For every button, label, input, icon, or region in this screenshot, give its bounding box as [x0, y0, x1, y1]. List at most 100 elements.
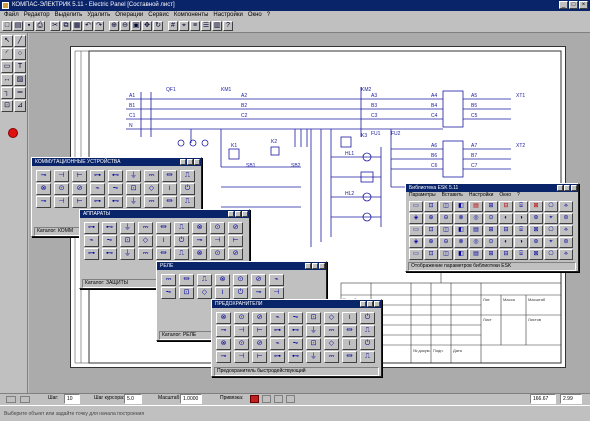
- palette-title-bar[interactable]: ПРЕДОХРАНИТЕЛИ: [212, 300, 381, 308]
- symbol-button[interactable]: ◇: [197, 287, 212, 299]
- palette-minimize-button[interactable]: [180, 159, 186, 165]
- library-symbol-button[interactable]: ⊜: [559, 237, 573, 248]
- layers-icon[interactable]: ≡: [190, 21, 200, 31]
- symbol-button[interactable]: ⊡: [306, 312, 321, 324]
- save-icon[interactable]: ▪: [24, 21, 34, 31]
- symbol-button[interactable]: ◇: [144, 183, 159, 195]
- symbol-button[interactable]: ⊣: [234, 325, 249, 337]
- minimize-button[interactable]: _: [559, 1, 568, 9]
- symbol-button[interactable]: ⊷: [108, 170, 123, 182]
- symbol-button[interactable]: ⊶: [90, 196, 105, 208]
- symbol-button[interactable]: ≀: [342, 312, 357, 324]
- symbol-button[interactable]: ⎍: [174, 248, 189, 260]
- circle-icon[interactable]: ○: [14, 48, 26, 60]
- palette-maximize-button[interactable]: [312, 263, 318, 269]
- library-symbol-button[interactable]: ⊕: [424, 213, 438, 224]
- symbol-button[interactable]: ≀: [156, 235, 171, 247]
- zoom-out-icon[interactable]: ⊖: [120, 21, 130, 31]
- palette-minimize-button[interactable]: [360, 301, 366, 307]
- palette-close-button[interactable]: [374, 301, 380, 307]
- symbol-button[interactable]: ⊣: [269, 287, 284, 299]
- redo-icon[interactable]: ↷: [94, 21, 104, 31]
- library-symbol-button[interactable]: ⊕: [424, 237, 438, 248]
- palette-title-bar[interactable]: КОММУТАЦИОННЫЕ УСТРОЙСТВА: [32, 158, 201, 166]
- symbol-button[interactable]: ⏚: [306, 351, 321, 363]
- symbol-button[interactable]: ⊙: [234, 312, 249, 324]
- library-menu-item[interactable]: Параметры: [409, 192, 436, 199]
- symbol-button[interactable]: ⊸: [251, 287, 266, 299]
- library-symbol-button[interactable]: ⊡: [424, 225, 438, 236]
- symbol-button[interactable]: ⏻: [174, 235, 189, 247]
- symbol-button[interactable]: ⊸: [36, 170, 51, 182]
- library-symbol-button[interactable]: ⊞: [484, 249, 498, 260]
- library-symbol-button[interactable]: ◈: [409, 237, 423, 248]
- symbol-button[interactable]: ⊡: [306, 338, 321, 350]
- symbol-button[interactable]: ⌁: [90, 183, 105, 195]
- library-symbol-button[interactable]: ⊙: [484, 213, 498, 224]
- symbol-button[interactable]: ⌁: [84, 235, 99, 247]
- library-symbol-button[interactable]: ⊡: [424, 249, 438, 260]
- library-symbol-button[interactable]: ◧: [454, 225, 468, 236]
- symbol-button[interactable]: ⊘: [252, 312, 267, 324]
- text-icon[interactable]: T: [14, 61, 26, 73]
- grid-icon[interactable]: #: [168, 21, 178, 31]
- symbol-button[interactable]: ⊢: [252, 325, 267, 337]
- symbol-button[interactable]: ⊢: [72, 170, 87, 182]
- palette-minimize-button[interactable]: [305, 263, 311, 269]
- symbol-button[interactable]: ⊙: [210, 222, 225, 234]
- next-button[interactable]: [20, 396, 30, 403]
- palette-title-bar[interactable]: РЕЛЕ: [157, 262, 326, 270]
- symbol-button[interactable]: ⊗: [192, 222, 207, 234]
- scale-field[interactable]: 1.0000: [180, 394, 202, 404]
- symbol-button[interactable]: ⊷: [102, 248, 117, 260]
- library-symbol-button[interactable]: ⊗: [454, 237, 468, 248]
- library-symbol-button[interactable]: ▤: [469, 201, 483, 212]
- symbol-button[interactable]: ⊙: [54, 183, 69, 195]
- step-field[interactable]: 10: [64, 394, 80, 404]
- symbol-button[interactable]: ⊘: [228, 222, 243, 234]
- library-minimize-button[interactable]: [557, 185, 563, 191]
- symbol-button[interactable]: ⊗: [216, 312, 231, 324]
- library-symbol-button[interactable]: ◑: [514, 237, 528, 248]
- library-symbol-button[interactable]: ▭: [409, 249, 423, 260]
- library-symbol-button[interactable]: ⊛: [529, 213, 543, 224]
- palette-close-button[interactable]: [242, 211, 248, 217]
- library-symbol-button[interactable]: ⊜: [559, 213, 573, 224]
- symbol-button[interactable]: ⎍: [360, 325, 375, 337]
- palette-close-button[interactable]: [319, 263, 325, 269]
- palette-fuses[interactable]: ПРЕДОХРАНИТЕЛИ ⊗ ⊙ ⊘ ⌁ ⏦ ⊡ ◇ ≀ ⏻ ⊸ ⊣ ⊢ ⊶ ⊷ ⏚ ⎓ ⏛ ⎍ ⊗ ⊙ ⊘ ⌁ ⏦ ⊡ ◇ ≀…: [211, 299, 382, 377]
- library-menu-item[interactable]: Вставить: [442, 192, 463, 199]
- palette-maximize-button[interactable]: [367, 301, 373, 307]
- symbol-button[interactable]: ⊙: [234, 338, 249, 350]
- menu-item-3[interactable]: Удалить: [87, 11, 110, 20]
- library-symbol-button[interactable]: ◈: [409, 213, 423, 224]
- symbol-button[interactable]: ⏻: [360, 338, 375, 350]
- symbol-button[interactable]: ⊗: [216, 338, 231, 350]
- symbol-button[interactable]: ⎍: [174, 222, 189, 234]
- symbol-button[interactable]: ◇: [138, 235, 153, 247]
- symbol-button[interactable]: ⊢: [72, 196, 87, 208]
- zoom-in-icon[interactable]: ⊕: [109, 21, 119, 31]
- symbol-button[interactable]: ⏚: [126, 170, 141, 182]
- symbol-button[interactable]: ⊢: [228, 235, 243, 247]
- symbol-button[interactable]: ⏦: [108, 183, 123, 195]
- library-symbol-button[interactable]: ⊞: [484, 201, 498, 212]
- menu-item-7[interactable]: Настройки: [213, 11, 242, 20]
- library-symbol-button[interactable]: ◎: [469, 213, 483, 224]
- component-icon[interactable]: ⊡: [1, 100, 13, 112]
- library-symbol-button[interactable]: ⊟: [499, 225, 513, 236]
- undo-icon[interactable]: ↶: [83, 21, 93, 31]
- grid-toggle[interactable]: [274, 395, 283, 403]
- symbol-button[interactable]: ⏚: [120, 222, 135, 234]
- symbol-button[interactable]: ◇: [324, 338, 339, 350]
- symbol-button[interactable]: ≀: [162, 183, 177, 195]
- symbol-button[interactable]: ⊙: [233, 274, 248, 286]
- palette-title-bar[interactable]: АППАРАТЫ: [80, 210, 249, 218]
- layers-toggle[interactable]: [286, 395, 295, 403]
- library-symbol-button[interactable]: ⊟: [499, 201, 513, 212]
- library-symbol-button[interactable]: ⌸: [514, 201, 528, 212]
- symbol-button[interactable]: ⎍: [180, 170, 195, 182]
- symbol-button[interactable]: ⌁: [269, 274, 284, 286]
- symbol-button[interactable]: ⏚: [126, 196, 141, 208]
- library-symbol-button[interactable]: ⊠: [529, 225, 543, 236]
